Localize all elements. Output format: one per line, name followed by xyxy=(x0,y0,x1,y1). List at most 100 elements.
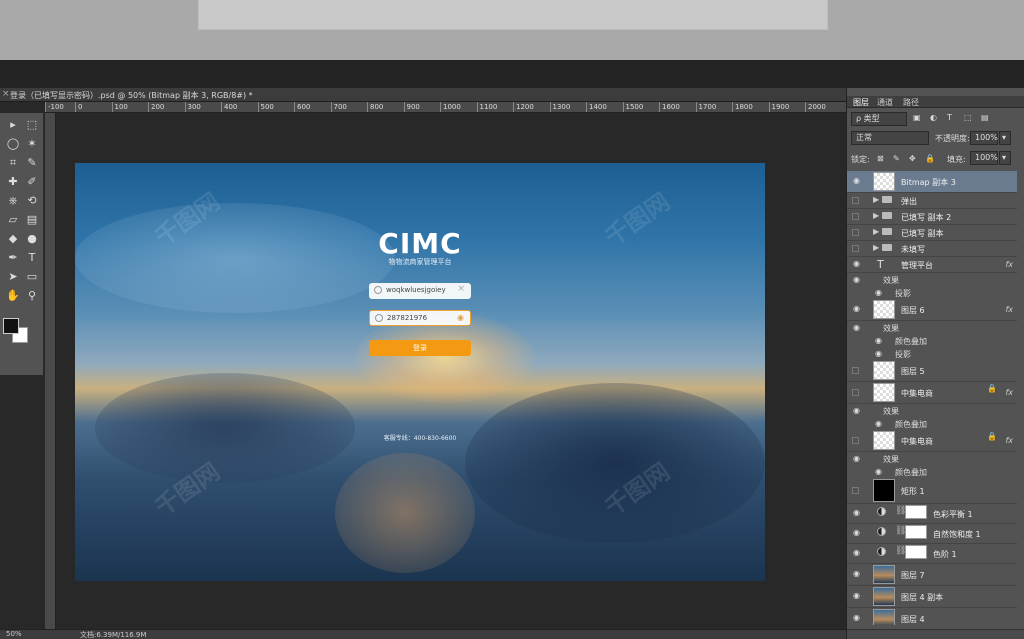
layer-row[interactable]: ◉ 图层 7 xyxy=(847,564,1017,586)
layer-row[interactable]: ◉ ⛓ 色彩平衡 1 xyxy=(847,504,1017,524)
layer-row[interactable]: ▶ 未填写 xyxy=(847,241,1017,257)
visibility-eye-icon[interactable]: ◉ xyxy=(853,275,860,284)
adjustment-filter-icon[interactable]: ◐ xyxy=(930,113,937,122)
eyedropper-icon[interactable]: ✎ xyxy=(23,155,41,171)
effect-row[interactable]: ◉ 颜色叠加 xyxy=(847,334,1017,347)
lock-transparent-icon[interactable]: ⊠ xyxy=(877,154,884,163)
healing-brush-icon[interactable]: ✚ xyxy=(4,174,22,190)
visibility-eye-icon[interactable]: ◉ xyxy=(853,305,861,313)
show-password-icon[interactable]: ◉ xyxy=(457,313,464,322)
layer-row[interactable]: ▶ 已填写 副本 2 xyxy=(847,209,1017,225)
visibility-eye-icon[interactable]: ◉ xyxy=(853,549,861,557)
fx-icon[interactable]: fx xyxy=(1005,436,1013,445)
visibility-toggle[interactable] xyxy=(852,245,859,252)
type-icon[interactable]: T xyxy=(23,250,41,266)
opacity-dropdown-icon[interactable]: ▾ xyxy=(999,131,1011,145)
login-button[interactable]: 登录 xyxy=(369,340,471,356)
layers-list[interactable]: ◉ Bitmap 副本 3 ▶ 弹出 ▶ 已填写 副本 2 ▶ 已填写 副本 ▶ 未填写 ◉ T 管理平… xyxy=(847,171,1017,625)
foreground-color-swatch[interactable] xyxy=(3,318,19,334)
clear-icon[interactable]: × xyxy=(457,284,465,294)
layer-row[interactable]: 中集电商 🔒 fx xyxy=(847,430,1017,452)
layer-filter-select[interactable]: ρ 类型 xyxy=(851,112,907,126)
effect-row[interactable]: ◉ 投影 xyxy=(847,347,1017,360)
expand-arrow-icon[interactable]: ▶ xyxy=(873,211,879,220)
username-field[interactable]: woqkwluesjgoiey × xyxy=(369,283,471,299)
fx-icon[interactable]: fx xyxy=(1005,388,1013,397)
layer-row[interactable]: 图层 5 xyxy=(847,360,1017,382)
marquee-icon[interactable]: ⬚ xyxy=(23,117,41,133)
layer-row[interactable]: ◉ Bitmap 副本 3 xyxy=(847,171,1017,193)
effect-row[interactable]: ◉ 颜色叠加 xyxy=(847,417,1017,430)
opacity-input[interactable]: 100% xyxy=(970,131,998,145)
visibility-eye-icon[interactable]: ◉ xyxy=(853,592,861,600)
zoom-icon[interactable]: ⚲ xyxy=(23,288,41,304)
visibility-eye-icon[interactable]: ◉ xyxy=(875,336,882,345)
fill-dropdown-icon[interactable]: ▾ xyxy=(999,151,1011,165)
gradient-icon[interactable]: ▤ xyxy=(23,212,41,228)
visibility-eye-icon[interactable]: ◉ xyxy=(853,260,861,268)
visibility-eye-icon[interactable]: ◉ xyxy=(853,454,860,463)
visibility-eye-icon[interactable]: ◉ xyxy=(875,419,882,428)
visibility-toggle[interactable] xyxy=(852,437,859,444)
lock-all-icon[interactable]: 🔒 xyxy=(925,154,935,163)
magic-wand-icon[interactable]: ✶ xyxy=(23,136,41,152)
dodge-icon[interactable]: ● xyxy=(23,231,41,247)
layer-row[interactable]: 矩形 1 xyxy=(847,478,1017,504)
visibility-toggle[interactable] xyxy=(852,487,859,494)
visibility-toggle[interactable] xyxy=(852,389,859,396)
crop-icon[interactable]: ⌗ xyxy=(4,155,22,171)
lock-image-icon[interactable]: ✎ xyxy=(893,154,900,163)
expand-arrow-icon[interactable]: ▶ xyxy=(873,195,879,204)
fx-icon[interactable]: fx xyxy=(1005,305,1013,314)
expand-arrow-icon[interactable]: ▶ xyxy=(873,243,879,252)
fx-icon[interactable]: fx xyxy=(1005,260,1013,269)
visibility-eye-icon[interactable]: ◉ xyxy=(875,467,882,476)
shape-filter-icon[interactable]: ⬚ xyxy=(964,113,972,122)
visibility-eye-icon[interactable]: ◉ xyxy=(875,349,882,358)
visibility-eye-icon[interactable]: ◉ xyxy=(853,323,860,332)
expand-arrow-icon[interactable]: ▶ xyxy=(873,227,879,236)
visibility-eye-icon[interactable]: ◉ xyxy=(853,177,861,185)
move-icon[interactable]: ▸ xyxy=(4,117,22,133)
pen-icon[interactable]: ✒ xyxy=(4,250,22,266)
tab-paths[interactable]: 路径 xyxy=(903,97,919,108)
blend-mode-select[interactable]: 正常 xyxy=(851,131,929,145)
layer-row[interactable]: ◉ ⛓ 色阶 1 xyxy=(847,544,1017,564)
tab-layers[interactable]: 图层 xyxy=(853,97,869,108)
layer-row[interactable]: ▶ 已填写 副本 xyxy=(847,225,1017,241)
visibility-eye-icon[interactable]: ◉ xyxy=(853,570,861,578)
history-brush-icon[interactable]: ⟲ xyxy=(23,193,41,209)
visibility-eye-icon[interactable]: ◉ xyxy=(853,406,860,415)
visibility-eye-icon[interactable]: ◉ xyxy=(875,288,882,297)
visibility-toggle[interactable] xyxy=(852,229,859,236)
layer-row[interactable]: ◉ T 管理平台 fx xyxy=(847,257,1017,273)
layer-row[interactable]: ◉ 图层 4 副本 xyxy=(847,586,1017,608)
blur-icon[interactable]: ◆ xyxy=(4,231,22,247)
visibility-toggle[interactable] xyxy=(852,213,859,220)
effect-row[interactable]: ◉ 投影 xyxy=(847,286,1017,299)
visibility-toggle[interactable] xyxy=(852,197,859,204)
zoom-readout[interactable]: 50% xyxy=(6,630,22,638)
path-select-icon[interactable]: ➤ xyxy=(4,269,22,285)
clone-stamp-icon[interactable]: ⎈ xyxy=(4,193,22,209)
password-field[interactable]: 287821976 ◉ xyxy=(369,310,471,326)
effect-row[interactable]: ◉ 颜色叠加 xyxy=(847,465,1017,478)
close-icon[interactable]: × xyxy=(2,89,10,99)
brush-icon[interactable]: ✐ xyxy=(23,174,41,190)
hand-icon[interactable]: ✋ xyxy=(4,288,22,304)
visibility-eye-icon[interactable]: ◉ xyxy=(853,614,861,622)
lasso-icon[interactable]: ◯ xyxy=(4,136,22,152)
layer-row[interactable]: ◉ 图层 6 fx xyxy=(847,299,1017,321)
visibility-eye-icon[interactable]: ◉ xyxy=(853,509,861,517)
image-filter-icon[interactable]: ▣ xyxy=(913,113,921,122)
canvas-area[interactable]: CIMC 物物流商家管理平台 woqkwluesjgoiey × 2878219… xyxy=(56,113,846,629)
eraser-icon[interactable]: ▱ xyxy=(4,212,22,228)
smart-object-filter-icon[interactable]: ▤ xyxy=(981,113,989,122)
layer-row[interactable]: ◉ ⛓ 自然饱和度 1 xyxy=(847,524,1017,544)
layer-row[interactable]: 中集电商 🔒 fx xyxy=(847,382,1017,404)
tab-channels[interactable]: 通道 xyxy=(877,97,893,108)
document-tab[interactable]: × 登录（已填写显示密码）.psd @ 50% (Bitmap 副本 3, RG… xyxy=(0,88,846,102)
shape-icon[interactable]: ▭ xyxy=(23,269,41,285)
layer-row[interactable]: ▶ 弹出 xyxy=(847,193,1017,209)
visibility-toggle[interactable] xyxy=(852,367,859,374)
